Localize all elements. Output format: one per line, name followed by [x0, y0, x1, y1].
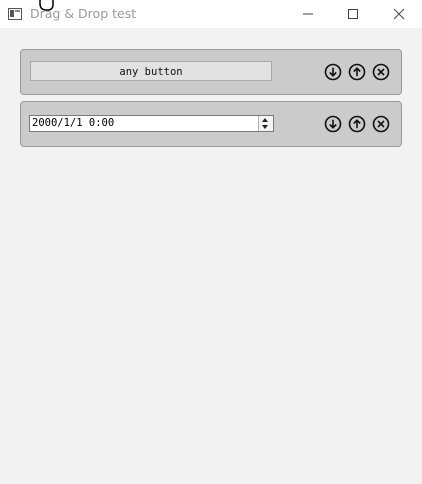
hand-cursor-icon — [36, 0, 58, 16]
spin-down-icon[interactable] — [262, 125, 268, 129]
minimize-button[interactable] — [285, 0, 331, 28]
remove-icon[interactable] — [372, 63, 390, 81]
minimize-icon — [303, 13, 313, 15]
draggable-row-button[interactable]: any button — [20, 49, 402, 95]
move-down-icon[interactable] — [324, 63, 342, 81]
maximize-icon — [348, 9, 358, 19]
datetime-spinner[interactable] — [258, 116, 273, 131]
move-up-icon[interactable] — [348, 63, 366, 81]
remove-icon[interactable] — [372, 115, 390, 133]
datetime-input[interactable] — [30, 116, 258, 131]
move-up-icon[interactable] — [348, 115, 366, 133]
app-icon — [8, 7, 22, 20]
maximize-button[interactable] — [330, 0, 376, 28]
move-down-icon[interactable] — [324, 115, 342, 133]
datetime-edit[interactable] — [29, 115, 274, 132]
title-bar[interactable]: Drag & Drop test — [0, 0, 422, 28]
spin-up-icon[interactable] — [262, 118, 268, 122]
close-icon — [393, 8, 405, 20]
close-window-button[interactable] — [376, 0, 422, 28]
draggable-row-datetime[interactable] — [20, 101, 402, 147]
any-button[interactable]: any button — [30, 61, 272, 81]
